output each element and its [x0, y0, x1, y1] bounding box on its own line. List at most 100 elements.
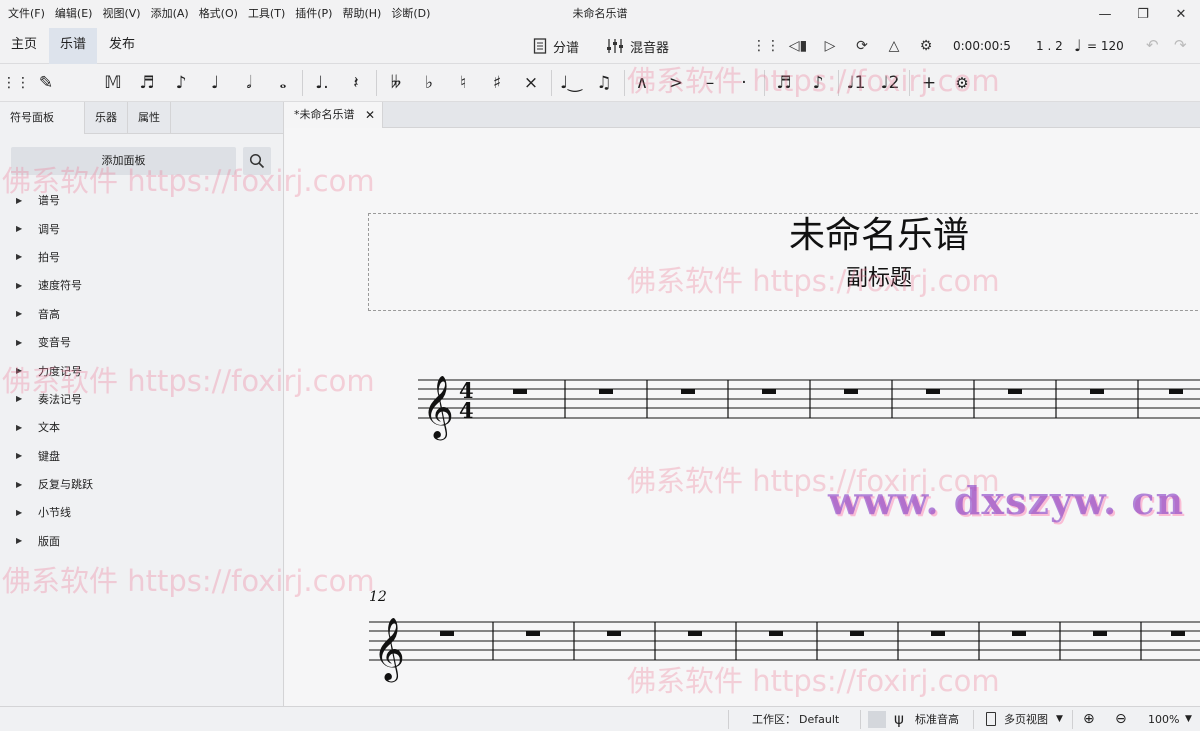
palette-key-signatures[interactable]: ▶ 调号 [0, 214, 284, 242]
palette-list: ▶ 谱号 ▶ 调号 ▶ 拍号 ▶ 速度符号 ▶ 音高 ▶ 变音号 ▶ 力度记号 ▶ 奏法记号 ▶… [0, 186, 284, 555]
treble-clef-icon[interactable]: 𝄞 [422, 375, 454, 441]
menu-add[interactable]: 添加(A) [147, 0, 193, 28]
measure-number: 12 [369, 589, 387, 605]
tab-properties[interactable]: 属性 [128, 102, 171, 134]
playback-settings-icon[interactable]: ⚙ [910, 28, 942, 64]
staccato-icon[interactable]: · [728, 64, 760, 102]
tab-score[interactable]: 乐谱 [49, 28, 97, 64]
menu-format[interactable]: 格式(O) [195, 0, 242, 28]
play-icon[interactable]: ▷ [814, 28, 846, 64]
view-mode-dropdown-icon[interactable]: ▼ [1056, 707, 1063, 731]
view-mode-selector[interactable]: 多页视图 [1004, 707, 1048, 731]
palette-clefs[interactable]: ▶ 谱号 [0, 186, 284, 214]
natural-icon[interactable]: ♮ [447, 64, 479, 102]
toolbar-grip-icon[interactable]: ⋮⋮ [750, 28, 782, 64]
note-eighth-icon[interactable]: ♪ [165, 64, 197, 102]
score-canvas[interactable]: 未命名乐谱 副标题 𝄞 4 4 12 𝄞 [285, 128, 1200, 706]
palette-label: 小节线 [38, 504, 71, 520]
menu-view[interactable]: 视图(V) [98, 0, 144, 28]
palette-text[interactable]: ▶ 文本 [0, 413, 284, 441]
tab-publish[interactable]: 发布 [98, 28, 146, 64]
redo-icon[interactable]: ↷ [1174, 36, 1187, 54]
note-64th-icon[interactable]: 𝕅 [64, 64, 96, 102]
minimize-icon[interactable]: — [1086, 0, 1124, 28]
metronome-icon[interactable]: △ [878, 28, 910, 64]
staff-lines [369, 622, 1200, 660]
slur-icon[interactable]: ♫ [588, 64, 620, 102]
note-input-mode-icon[interactable]: ✎ [30, 64, 62, 102]
palette-accidentals[interactable]: ▶ 变音号 [0, 328, 284, 356]
tuplet-icon[interactable]: ♬ [768, 64, 800, 102]
palette-pitch[interactable]: ▶ 音高 [0, 300, 284, 328]
restore-icon[interactable]: ❐ [1124, 0, 1162, 28]
rewind-icon[interactable]: ◁▮ [782, 28, 814, 64]
palette-layout[interactable]: ▶ 版面 [0, 527, 284, 555]
palette-keyboard[interactable]: ▶ 键盘 [0, 442, 284, 470]
toolbar-grip-icon[interactable]: ⋮⋮ [0, 64, 32, 102]
palette-time-signatures[interactable]: ▶ 拍号 [0, 243, 284, 271]
rest-icon[interactable]: 𝄽 [340, 64, 372, 102]
double-sharp-icon[interactable]: × [515, 64, 547, 102]
add-icon[interactable]: + [913, 64, 945, 102]
note-16th-icon[interactable]: ♬ [131, 64, 163, 102]
menu-plugins[interactable]: 插件(P) [291, 0, 336, 28]
menu-tools[interactable]: 工具(T) [244, 0, 289, 28]
tie-icon[interactable]: ♩‿ [555, 64, 587, 102]
menu-bar: 文件(F) 编辑(E) 视图(V) 添加(A) 格式(O) 工具(T) 插件(P… [0, 0, 436, 28]
undo-icon[interactable]: ↶ [1146, 36, 1159, 54]
menu-edit[interactable]: 编辑(E) [51, 0, 97, 28]
flat-icon[interactable]: ♭ [413, 64, 445, 102]
palette-barlines[interactable]: ▶ 小节线 [0, 498, 284, 526]
zoom-out-icon[interactable]: ⊖ [1115, 707, 1127, 731]
expand-arrow-icon: ▶ [16, 309, 38, 318]
document-tab[interactable]: *未命名乐谱 ✕ [285, 102, 383, 128]
marcato-icon[interactable]: ∧ [626, 64, 658, 102]
tab-palettes[interactable]: 符号面板 ⋯ [0, 102, 85, 134]
expand-arrow-icon: ▶ [16, 508, 38, 517]
zoom-dropdown-icon[interactable]: ▼ [1185, 707, 1192, 731]
double-flat-icon[interactable]: 𝄫 [380, 64, 412, 102]
workspace-selector[interactable]: Default [799, 707, 839, 731]
note-whole-icon[interactable]: 𝅝 [267, 64, 299, 102]
close-window-icon[interactable]: ✕ [1162, 0, 1200, 28]
menu-file[interactable]: 文件(F) [4, 0, 49, 28]
sharp-icon[interactable]: ♯ [481, 64, 513, 102]
add-palette-button[interactable]: 添加面板 [11, 147, 236, 175]
tab-palettes-label: 符号面板 [10, 111, 54, 124]
parts-button[interactable]: 分谱 [533, 28, 579, 64]
accent-icon[interactable]: > [660, 64, 692, 102]
palette-articulations[interactable]: ▶ 奏法记号 [0, 385, 284, 413]
tempo-readout: = 120 [1087, 39, 1124, 53]
palette-label: 音高 [38, 306, 60, 322]
concert-pitch-toggle[interactable] [868, 711, 886, 728]
palette-search-button[interactable] [243, 147, 271, 175]
note-quarter-icon[interactable]: ♩ [199, 64, 231, 102]
palette-tempo[interactable]: ▶ 速度符号 [0, 271, 284, 299]
flip-direction-icon[interactable]: ♪ [802, 64, 834, 102]
voice-2-icon[interactable]: ♩2 [874, 64, 906, 102]
time-signature-bottom[interactable]: 4 [459, 398, 474, 423]
tab-instruments[interactable]: 乐器 [85, 102, 128, 134]
toolbar-divider [764, 70, 765, 96]
tenuto-icon[interactable]: – [694, 64, 726, 102]
dotted-note-icon[interactable]: ♩. [306, 64, 338, 102]
palette-dynamics[interactable]: ▶ 力度记号 [0, 356, 284, 384]
expand-arrow-icon: ▶ [16, 338, 38, 347]
tab-home[interactable]: 主页 [0, 28, 48, 64]
palette-repeats-jumps[interactable]: ▶ 反复与跳跃 [0, 470, 284, 498]
note-half-icon[interactable]: 𝅗𝅥 [233, 64, 265, 102]
status-divider [860, 710, 861, 729]
note-32nd-icon[interactable]: 𝕄 [97, 64, 129, 102]
voice-1-icon[interactable]: ♩1 [840, 64, 872, 102]
close-tab-icon[interactable]: ✕ [365, 102, 375, 128]
zoom-level[interactable]: 100% [1148, 707, 1179, 731]
toolbar-divider [838, 70, 839, 96]
toolbar-settings-icon[interactable]: ⚙ [946, 64, 978, 102]
mixer-button[interactable]: 混音器 [606, 28, 669, 64]
loop-icon[interactable]: ⟳ [846, 28, 878, 64]
position-readout: 1 . 2 [1036, 39, 1063, 53]
menu-diagnostics[interactable]: 诊断(D) [387, 0, 434, 28]
menu-help[interactable]: 帮助(H) [338, 0, 385, 28]
zoom-in-icon[interactable]: ⊕ [1083, 707, 1095, 731]
treble-clef-icon[interactable]: 𝄞 [373, 617, 405, 683]
